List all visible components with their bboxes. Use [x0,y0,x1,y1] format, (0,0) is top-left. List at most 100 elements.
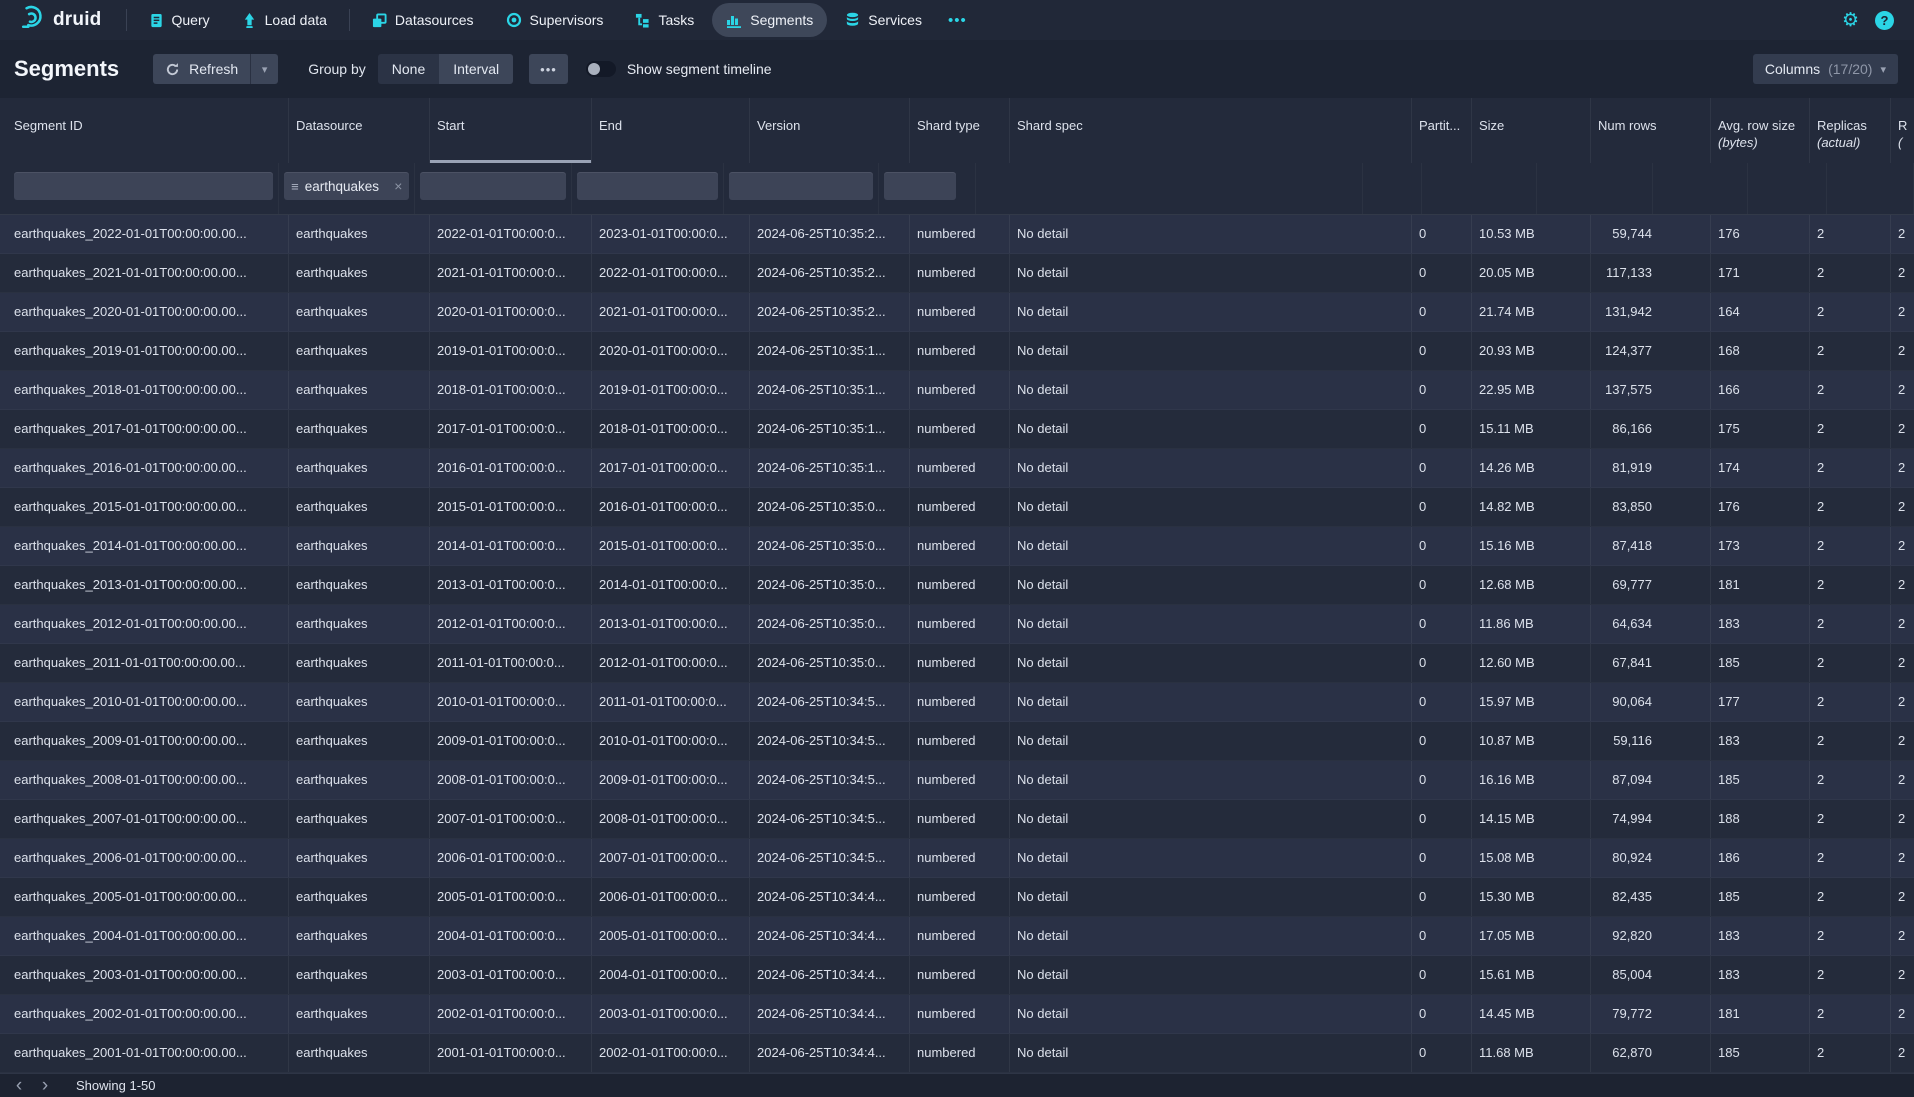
cell-num-rows[interactable]: 64,634 [1591,605,1711,643]
cell-partition[interactable]: 0 [1412,839,1472,877]
cell-shard-type[interactable]: numbered [910,527,1010,565]
cell-replicas[interactable]: 2 [1810,878,1891,916]
cell-size[interactable]: 15.08 MB [1472,839,1591,877]
nav-item-query[interactable]: Query [135,3,224,37]
cell-size[interactable]: 21.74 MB [1472,293,1591,331]
nav-item-load-data[interactable]: Load data [228,3,341,37]
nav-more-icon[interactable]: ••• [938,12,977,29]
cell-shard-type[interactable]: numbered [910,878,1010,916]
cell-shard-spec[interactable]: No detail [1010,566,1412,604]
cell-start[interactable]: 2019-01-01T00:00:0... [430,332,592,370]
cell-size[interactable]: 15.30 MB [1472,878,1591,916]
cell-shard-type[interactable]: numbered [910,839,1010,877]
cell-size[interactable]: 15.97 MB [1472,683,1591,721]
cell-avg-row-size[interactable]: 173 [1711,527,1810,565]
cell-version[interactable]: 2024-06-25T10:35:0... [750,566,910,604]
cell-partition[interactable]: 0 [1412,605,1472,643]
cell-start[interactable]: 2006-01-01T00:00:0... [430,839,592,877]
cell-start[interactable]: 2012-01-01T00:00:0... [430,605,592,643]
cell-datasource[interactable]: earthquakes [289,878,430,916]
cell-partition[interactable]: 0 [1412,683,1472,721]
cell-version[interactable]: 2024-06-25T10:35:2... [750,254,910,292]
segment-id-filter-input[interactable] [14,172,273,200]
cell-avg-row-size[interactable]: 176 [1711,488,1810,526]
cell-num-rows[interactable]: 117,133 [1591,254,1711,292]
cell-end[interactable]: 2019-01-01T00:00:0... [592,371,750,409]
cell-datasource[interactable]: earthquakes [289,761,430,799]
cell-datasource[interactable]: earthquakes [289,566,430,604]
cell-shard-type[interactable]: numbered [910,449,1010,487]
cell-end[interactable]: 2003-01-01T00:00:0... [592,995,750,1033]
cell-start[interactable]: 2003-01-01T00:00:0... [430,956,592,994]
settings-gear-icon[interactable]: ⚙ [1842,11,1859,30]
cell-replicas[interactable]: 2 [1810,956,1891,994]
cell-shard-spec[interactable]: No detail [1010,683,1412,721]
cell-num-rows[interactable]: 131,942 [1591,293,1711,331]
cell-partition[interactable]: 0 [1412,254,1472,292]
cell-shard-type[interactable]: numbered [910,683,1010,721]
cell-start[interactable]: 2020-01-01T00:00:0... [430,293,592,331]
cell-replicas[interactable]: 2 [1810,488,1891,526]
cell-end[interactable]: 2016-01-01T00:00:0... [592,488,750,526]
cell-partition[interactable]: 0 [1412,566,1472,604]
cell-size[interactable]: 14.15 MB [1472,800,1591,838]
cell-shard-type[interactable]: numbered [910,1034,1010,1072]
cell-avg-row-size[interactable]: 181 [1711,995,1810,1033]
column-header-num-rows[interactable]: Num rows [1591,98,1711,163]
cell-extra[interactable]: 2 [1891,527,1914,565]
cell-size[interactable]: 22.95 MB [1472,371,1591,409]
cell-segment-id[interactable]: earthquakes_2015-01-01T00:00:00.00... [0,488,289,526]
cell-shard-spec[interactable]: No detail [1010,917,1412,955]
column-header-avg-row-size[interactable]: Avg. row size(bytes) [1711,98,1810,163]
cell-size[interactable]: 20.93 MB [1472,332,1591,370]
cell-shard-spec[interactable]: No detail [1010,761,1412,799]
cell-partition[interactable]: 0 [1412,332,1472,370]
cell-partition[interactable]: 0 [1412,410,1472,448]
cell-replicas[interactable]: 2 [1810,371,1891,409]
cell-extra[interactable]: 2 [1891,1034,1914,1072]
cell-shard-spec[interactable]: No detail [1010,1034,1412,1072]
cell-segment-id[interactable]: earthquakes_2014-01-01T00:00:00.00... [0,527,289,565]
cell-shard-type[interactable]: numbered [910,917,1010,955]
column-header-version[interactable]: Version [750,98,910,163]
cell-partition[interactable]: 0 [1412,215,1472,253]
cell-extra[interactable]: 2 [1891,488,1914,526]
cell-start[interactable]: 2004-01-01T00:00:0... [430,917,592,955]
cell-partition[interactable]: 0 [1412,800,1472,838]
cell-replicas[interactable]: 2 [1810,1034,1891,1072]
cell-avg-row-size[interactable]: 166 [1711,371,1810,409]
cell-extra[interactable]: 2 [1891,683,1914,721]
segment-timeline-toggle[interactable] [586,61,616,77]
cell-end[interactable]: 2005-01-01T00:00:0... [592,917,750,955]
cell-num-rows[interactable]: 137,575 [1591,371,1711,409]
cell-replicas[interactable]: 2 [1810,293,1891,331]
cell-avg-row-size[interactable]: 171 [1711,254,1810,292]
cell-replicas[interactable]: 2 [1810,839,1891,877]
cell-num-rows[interactable]: 59,744 [1591,215,1711,253]
column-header-shard-type[interactable]: Shard type [910,98,1010,163]
cell-datasource[interactable]: earthquakes [289,683,430,721]
cell-version[interactable]: 2024-06-25T10:35:1... [750,371,910,409]
column-header-replicas[interactable]: Replicas(actual) [1810,98,1891,163]
cell-segment-id[interactable]: earthquakes_2001-01-01T00:00:00.00... [0,1034,289,1072]
cell-extra[interactable]: 2 [1891,449,1914,487]
cell-datasource[interactable]: earthquakes [289,293,430,331]
cell-shard-type[interactable]: numbered [910,293,1010,331]
cell-datasource[interactable]: earthquakes [289,839,430,877]
cell-partition[interactable]: 0 [1412,722,1472,760]
refresh-options-button[interactable]: ▾ [250,54,278,84]
cell-version[interactable]: 2024-06-25T10:34:4... [750,878,910,916]
cell-replicas[interactable]: 2 [1810,761,1891,799]
cell-version[interactable]: 2024-06-25T10:34:5... [750,800,910,838]
cell-size[interactable]: 14.82 MB [1472,488,1591,526]
cell-segment-id[interactable]: earthquakes_2002-01-01T00:00:00.00... [0,995,289,1033]
cell-replicas[interactable]: 2 [1810,800,1891,838]
cell-num-rows[interactable]: 62,870 [1591,1034,1711,1072]
cell-shard-type[interactable]: numbered [910,215,1010,253]
cell-replicas[interactable]: 2 [1810,215,1891,253]
cell-shard-spec[interactable]: No detail [1010,332,1412,370]
cell-num-rows[interactable]: 83,850 [1591,488,1711,526]
cell-partition[interactable]: 0 [1412,644,1472,682]
cell-extra[interactable]: 2 [1891,644,1914,682]
cell-avg-row-size[interactable]: 183 [1711,917,1810,955]
